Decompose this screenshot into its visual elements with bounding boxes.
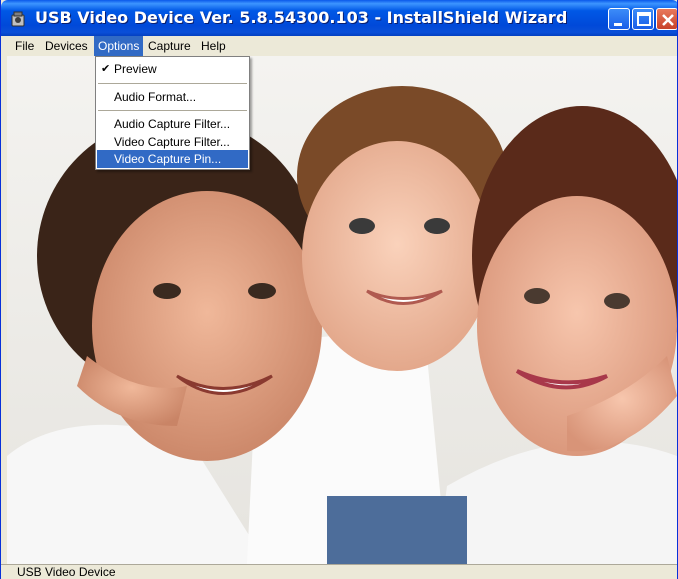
- title-bar[interactable]: USB Video Device Ver. 5.8.54300.103 - In…: [1, 0, 677, 36]
- close-button[interactable]: [656, 8, 677, 30]
- menu-item-label: Audio Capture Filter...: [114, 117, 231, 131]
- menu-item-audio-capture-filter[interactable]: Audio Capture Filter...: [97, 115, 248, 133]
- maximize-button[interactable]: [632, 8, 654, 30]
- minimize-icon: [614, 23, 622, 26]
- close-icon: [662, 14, 674, 26]
- menu-bar: File Devices Options Capture Help: [1, 36, 677, 56]
- checkmark-icon: ✔: [101, 63, 111, 75]
- menu-capture[interactable]: Capture: [144, 36, 195, 56]
- app-window: USB Video Device Ver. 5.8.54300.103 - In…: [0, 0, 678, 579]
- menu-file[interactable]: File: [11, 36, 38, 56]
- options-dropdown-menu: ✔ Preview Audio Format... Audio Capture …: [95, 56, 250, 170]
- app-icon: [9, 10, 27, 28]
- menu-item-audio-format[interactable]: Audio Format...: [97, 88, 248, 106]
- menu-item-video-capture-pin[interactable]: Video Capture Pin...: [97, 150, 248, 168]
- window-title: USB Video Device Ver. 5.8.54300.103 - In…: [35, 8, 568, 27]
- menu-item-video-capture-filter[interactable]: Video Capture Filter...: [97, 133, 248, 151]
- menu-item-label: Video Capture Filter...: [114, 135, 230, 149]
- menu-separator: [98, 83, 247, 84]
- menu-separator: [98, 110, 247, 111]
- status-text: USB Video Device: [17, 565, 116, 579]
- menu-item-label: Audio Format...: [114, 90, 197, 104]
- menu-item-preview[interactable]: ✔ Preview: [97, 60, 248, 78]
- minimize-button[interactable]: [608, 8, 630, 30]
- menu-help[interactable]: Help: [197, 36, 230, 56]
- menu-item-label: Video Capture Pin...: [114, 152, 222, 166]
- status-bar: USB Video Device: [1, 564, 677, 579]
- menu-item-label: Preview: [114, 62, 157, 76]
- menu-options[interactable]: Options: [94, 36, 144, 56]
- menu-devices[interactable]: Devices: [41, 36, 92, 56]
- maximize-icon: [637, 12, 651, 26]
